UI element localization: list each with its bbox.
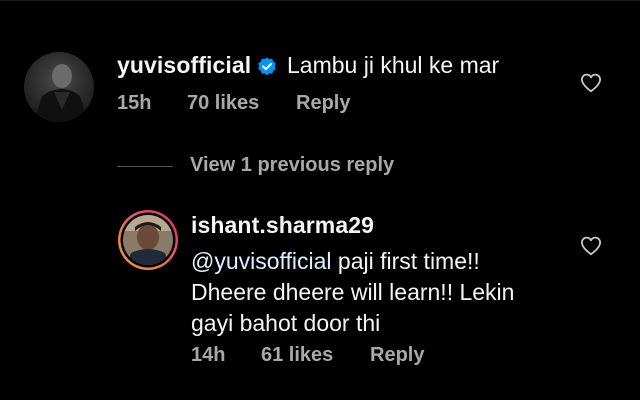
comment-reply-button[interactable]: Reply: [296, 92, 350, 115]
comment-likes[interactable]: 70 likes: [187, 92, 259, 115]
view-replies-divider: [117, 166, 173, 167]
reply-mention-link[interactable]: @yuvisofficial: [191, 248, 332, 274]
top-divider: [0, 0, 640, 1]
reply-username[interactable]: ishant.sharma29: [191, 212, 374, 239]
comment-text: Lambu ji khul ke mar: [287, 52, 500, 78]
reply-text-line-2: Dheere dheere will learn!! Lekin: [191, 279, 515, 305]
avatar-ishant-sharma29[interactable]: [117, 209, 179, 271]
heart-icon[interactable]: [580, 236, 602, 256]
avatar-photo-icon: [24, 52, 94, 122]
reply-text-line-3: gayi bahot door thi: [191, 310, 381, 336]
reply-text-line-1: @yuvisofficial paji first time!!: [191, 246, 551, 277]
reply-text: @yuvisofficial paji first time!! Dheere …: [191, 246, 551, 339]
view-previous-replies-link[interactable]: View 1 previous reply: [190, 154, 394, 177]
avatar-yuvisofficial[interactable]: [24, 52, 94, 122]
reply-reply-button[interactable]: Reply: [370, 344, 424, 367]
avatar-story-ring-icon: [118, 210, 178, 270]
comment-time: 15h: [117, 92, 152, 114]
heart-icon[interactable]: [580, 73, 602, 93]
reply-likes[interactable]: 61 likes: [261, 344, 333, 367]
verified-badge-icon: [258, 57, 276, 76]
reply-text-after-mention: paji first time!!: [331, 248, 480, 274]
reply-time: 14h: [191, 344, 226, 366]
comment-username[interactable]: yuvisofficial: [117, 52, 251, 79]
